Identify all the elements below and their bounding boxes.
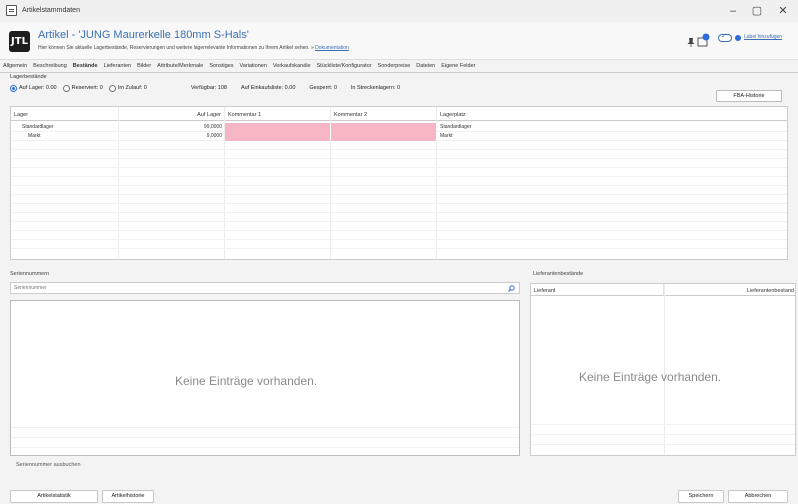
speichern-button[interactable]: Speichern (678, 490, 724, 503)
cell-lagerplatz[interactable]: Markt (437, 132, 637, 141)
tab-bilder[interactable]: Bilder (134, 61, 154, 72)
pin-icon[interactable] (687, 38, 695, 47)
tab-verkaufskanaele[interactable]: Verkaufskanäle (270, 61, 314, 72)
tab-lieferanten[interactable]: Lieferanten (101, 61, 135, 72)
page-title: Artikel - 'JUNG Maurerkelle 180mm S-Hals… (38, 29, 249, 41)
cell-kommentar2[interactable] (331, 132, 437, 141)
lagerbestaende-title: Lagerbestände (10, 74, 47, 80)
tab-eigene-felder[interactable]: Eigene Felder (438, 61, 478, 72)
title-bar (0, 0, 798, 22)
col-header-kommentar1[interactable]: Kommentar 1 (225, 107, 331, 121)
stat-gesperrt: Gesperrt: 0 (309, 85, 337, 91)
search-icon[interactable] (508, 285, 515, 292)
row-divider (11, 176, 787, 177)
notification-icon[interactable] (697, 33, 711, 47)
lieferantenbestaende-title: Lieferantenbestände (533, 271, 584, 277)
radio-label: Auf Lager: 0.00 (19, 85, 57, 91)
row-divider (531, 434, 795, 435)
row-divider (11, 427, 519, 428)
seriennummer-ausbuchen[interactable]: Seriennummer ausbuchen (16, 462, 81, 468)
page-subtitle: Hier können Sie aktuelle Lagerbestände, … (38, 45, 349, 51)
fba-historie-button[interactable]: FBA-Historie (716, 90, 782, 102)
lieferantenbestaende-empty-message: Keine Einträge vorhanden. (579, 370, 722, 384)
cell-auf-lager[interactable]: 9,0000 (119, 132, 225, 141)
tab-dateien[interactable]: Dateien (413, 61, 438, 72)
seriennummern-title: Seriennummern (10, 271, 50, 277)
tab-allgemein[interactable]: Allgemein (0, 61, 30, 72)
seriennummer-search-input[interactable] (14, 285, 494, 291)
cell-kommentar1[interactable] (225, 123, 331, 132)
row-divider (11, 158, 787, 159)
radio-im-zulauf[interactable]: Im Zulauf: 0 (108, 84, 147, 92)
header (0, 22, 798, 60)
cell-kommentar1[interactable] (225, 132, 331, 141)
documentation-link[interactable]: Dokumentation (315, 45, 349, 51)
add-label-link[interactable]: Label hinzufügen (744, 34, 782, 40)
radio-label: Reserviert: 0 (71, 85, 103, 91)
stock-table: Lager Auf Lager Kommentar 1 Kommentar 2 … (10, 106, 788, 260)
radio-icon[interactable] (62, 84, 70, 92)
stat-streckenlager: In Streckenlagern: 0 (350, 85, 401, 91)
row-divider (531, 444, 795, 445)
row-divider (531, 424, 795, 425)
seriennummer-search[interactable] (10, 282, 520, 294)
tab-variationen[interactable]: Variationen (236, 61, 269, 72)
tab-sonderpreise[interactable]: Sonderpreise (375, 61, 414, 72)
col-header-lager[interactable]: Lager (11, 107, 119, 121)
row-divider (11, 203, 787, 204)
radio-checked-icon[interactable] (10, 84, 17, 92)
row-divider (11, 447, 519, 448)
cell-lager[interactable]: Standardlager (19, 123, 119, 132)
row-divider (11, 194, 787, 195)
row-divider (11, 248, 787, 249)
status-dot-icon (735, 35, 741, 41)
row-divider (11, 221, 787, 222)
tab-stueckliste[interactable]: Stückliste/Konfigurator (314, 61, 375, 72)
row-divider (11, 230, 787, 231)
col-header-auf-lager[interactable]: Auf Lager (119, 107, 225, 121)
col-header-lieferantenbestand[interactable]: Lieferantenbestand (664, 284, 795, 296)
radio-auf-lager[interactable]: Auf Lager: 0.00 (10, 84, 57, 92)
tab-bar: Allgemein Beschreibung Bestände Lieferan… (0, 61, 798, 73)
window-title: Artikelstammdaten (22, 7, 80, 14)
subtitle-text: Hier können Sie aktuelle Lagerbestände, … (38, 45, 310, 51)
tab-attribute[interactable]: Attribute/Merkmale (154, 61, 206, 72)
row-divider (11, 149, 787, 150)
radio-icon[interactable] (108, 84, 116, 92)
app-window-icon (6, 5, 17, 16)
tab-sonstiges[interactable]: Sonstiges (206, 61, 236, 72)
row-divider (11, 437, 519, 438)
abbrechen-button[interactable]: Abbrechen (728, 490, 788, 503)
tab-bestaende[interactable]: Bestände (70, 61, 101, 72)
edit-toggle-icon[interactable] (718, 32, 732, 42)
radio-label: Im Zulauf: 0 (117, 85, 147, 91)
minimize-button[interactable]: – (722, 3, 744, 19)
seriennummern-list: Keine Einträge vorhanden. (10, 300, 520, 456)
artikelstatistik-button[interactable]: Artikelstatistik (10, 490, 98, 503)
col-header-lieferant[interactable]: Lieferant (531, 284, 664, 296)
radio-reserviert[interactable]: Reserviert: 0 (62, 84, 103, 92)
row-divider (11, 239, 787, 240)
tab-beschreibung[interactable]: Beschreibung (30, 61, 70, 72)
artikelhistorie-button[interactable]: Artikelhistorie (102, 490, 154, 503)
row-divider (11, 212, 787, 213)
jtl-logo: JTL (9, 31, 30, 52)
stat-einkaufsliste: Auf Einkaufsliste: 0.00 (240, 85, 296, 91)
row-divider (11, 167, 787, 168)
maximize-button[interactable]: ▢ (746, 3, 768, 19)
lieferantenbestaende-table: Lieferant Lieferantenbestand Keine Eintr… (530, 283, 796, 456)
cell-lager[interactable]: Markt (25, 132, 119, 141)
cell-auf-lager[interactable]: 99,0000 (119, 123, 225, 132)
seriennummern-empty-message: Keine Einträge vorhanden. (175, 374, 318, 388)
row-divider (11, 185, 787, 186)
stat-verfuegbar: Verfügbar: 108 (190, 85, 227, 91)
col-header-kommentar2[interactable]: Kommentar 2 (331, 107, 437, 121)
close-button[interactable]: ✕ (772, 3, 794, 19)
cell-kommentar2[interactable] (331, 123, 437, 132)
lagerbestaende-row: Auf Lager: 0.00 Reserviert: 0 Im Zulauf:… (10, 82, 400, 94)
col-header-lagerplatz[interactable]: Lagerplatz (437, 107, 787, 121)
cell-lagerplatz[interactable]: Standardlager (437, 123, 637, 132)
